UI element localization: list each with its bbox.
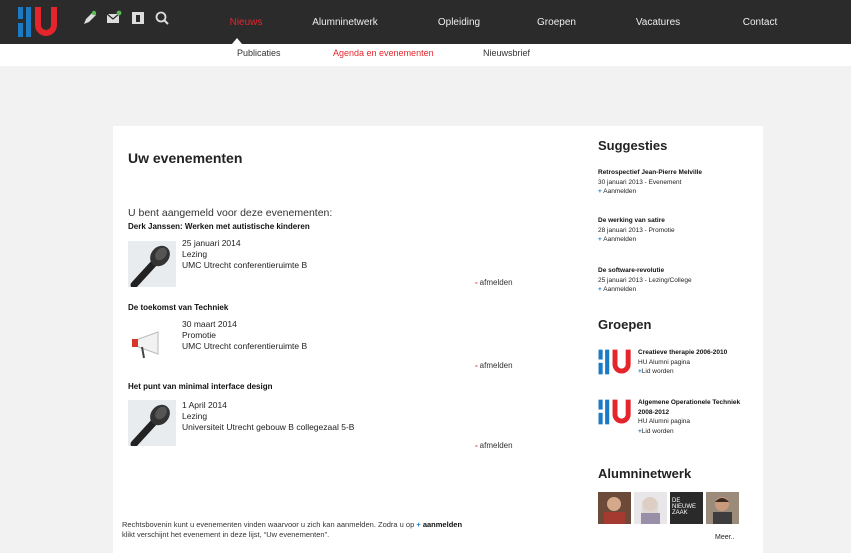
de-nieuwe-zaak-photo[interactable]: DE NIEUWE ZAAK	[670, 492, 703, 524]
groepen-heading: Groepen	[598, 317, 652, 332]
suggestion-title[interactable]: Retrospectief Jean-Pierre Melville	[598, 168, 702, 178]
suggestion-title[interactable]: De werking van satire	[598, 216, 675, 226]
event-type: Lezing	[182, 411, 208, 421]
hu-logo[interactable]	[598, 348, 632, 376]
afmelden-link[interactable]: - afmelden	[475, 361, 513, 370]
event-type: Promotie	[182, 330, 217, 340]
pencil-icon[interactable]	[82, 10, 98, 26]
suggestion-info: 25 januari 2013 - Lezing/College	[598, 276, 692, 284]
page-title: Uw evenementen	[128, 150, 243, 166]
nav-item-groepen[interactable]: Groepen	[504, 17, 609, 28]
content-card: Uw evenementen U bent aangemeld voor dez…	[113, 126, 763, 553]
subnav-item-publicaties[interactable]: Publicaties	[237, 48, 281, 58]
search-icon[interactable]	[154, 10, 170, 26]
suggestion-info: 30 januari 2013 - Evenement	[598, 178, 682, 186]
subnav-item-nieuwsbrief[interactable]: Nieuwsbrief	[483, 48, 530, 58]
event-title[interactable]: Derk Janssen: Werken met autistische kin…	[128, 222, 310, 231]
nav-item-nieuws[interactable]: Nieuws	[216, 17, 276, 28]
meer-link[interactable]: Meer..	[715, 534, 734, 541]
person-photo-2[interactable]	[634, 492, 667, 524]
event-meta: 1 April 2014 Lezing Universiteit Utrecht…	[182, 400, 354, 433]
event-meta: 25 januari 2014 Lezing UMC Utrecht confe…	[182, 238, 307, 271]
nav-item-opleiding[interactable]: Opleiding	[414, 17, 504, 28]
mail-icon[interactable]	[106, 10, 122, 26]
suggestion-info: 28 januari 2013 - Promotie	[598, 226, 675, 234]
event-location: UMC Utrecht conferentieruimte B	[182, 260, 308, 270]
event-date: 1 April 2014	[182, 400, 227, 410]
event-title[interactable]: De toekomst van Techniek	[128, 303, 228, 312]
event-meta: 30 maart 2014 Promotie UMC Utrecht confe…	[182, 319, 307, 352]
toolbar	[82, 10, 170, 26]
event-title[interactable]: Het punt van minimal interface design	[128, 382, 272, 391]
hu-logo[interactable]	[598, 398, 632, 426]
aanmelden-link[interactable]: + Aanmelden	[598, 285, 692, 295]
aanmelden-word: aanmelden	[422, 520, 463, 529]
nav-item-alumninetwerk[interactable]: Alumninetwerk	[276, 17, 414, 28]
nav-item-contact[interactable]: Contact	[707, 17, 813, 28]
suggestion-item: Retrospectief Jean-Pierre Melville 30 ja…	[598, 168, 702, 197]
hu-logo[interactable]	[18, 5, 58, 39]
subnav-item-agenda[interactable]: Agenda en evenementen	[333, 48, 434, 58]
aanmelden-link[interactable]: + Aanmelden	[598, 187, 702, 197]
person-photo-1[interactable]	[598, 492, 631, 524]
alumninetwerk-heading: Alumninetwerk	[598, 466, 692, 481]
megaphone-image	[128, 320, 176, 366]
afmelden-link[interactable]: - afmelden	[475, 278, 513, 287]
top-bar: Nieuws Alumninetwerk Opleiding Groepen V…	[0, 0, 851, 44]
alumni-photos: DE NIEUWE ZAAK	[598, 492, 739, 524]
group-title[interactable]: Creatieve therapie 2006-2010	[638, 348, 758, 358]
group-title[interactable]: Algemene Operationele Techniek 2008-2012	[638, 398, 758, 417]
suggestion-title[interactable]: De software-revolutie	[598, 266, 692, 276]
group-sub: HU Alumni pagina	[638, 358, 691, 366]
microphone-image	[128, 400, 176, 446]
lid-worden-link[interactable]: +Lid worden	[638, 427, 758, 437]
main-nav: Nieuws Alumninetwerk Opleiding Groepen V…	[216, 0, 813, 44]
nav-item-vacatures[interactable]: Vacatures	[609, 17, 707, 28]
id-card-icon[interactable]	[130, 10, 146, 26]
sub-nav: Publicaties Agenda en evenementen Nieuws…	[0, 44, 851, 66]
suggesties-heading: Suggesties	[598, 138, 668, 153]
event-location: Universiteit Utrecht gebouw B collegezaa…	[182, 422, 355, 432]
person-photo-3[interactable]	[706, 492, 739, 524]
aanmelden-link[interactable]: + Aanmelden	[598, 235, 675, 245]
help-text: Rechtsbovenin kunt u evenementen vinden …	[122, 520, 463, 539]
event-date: 30 maart 2014	[182, 319, 237, 329]
microphone-image	[128, 241, 176, 287]
group-sub: HU Alumni pagina	[638, 418, 691, 425]
afmelden-link[interactable]: - afmelden	[475, 441, 513, 450]
lid-worden-link[interactable]: +Lid worden	[638, 367, 758, 377]
alumni-badge: DE NIEUWE ZAAK	[672, 498, 696, 516]
suggestion-item: De software-revolutie 25 januari 2013 - …	[598, 266, 692, 295]
event-date: 25 januari 2014	[182, 238, 241, 248]
event-location: UMC Utrecht conferentieruimte B	[182, 341, 308, 351]
intro-text: U bent aangemeld voor deze evenementen:	[128, 207, 333, 219]
suggestion-item: De werking van satire 28 januari 2013 - …	[598, 216, 675, 245]
event-type: Lezing	[182, 249, 208, 259]
